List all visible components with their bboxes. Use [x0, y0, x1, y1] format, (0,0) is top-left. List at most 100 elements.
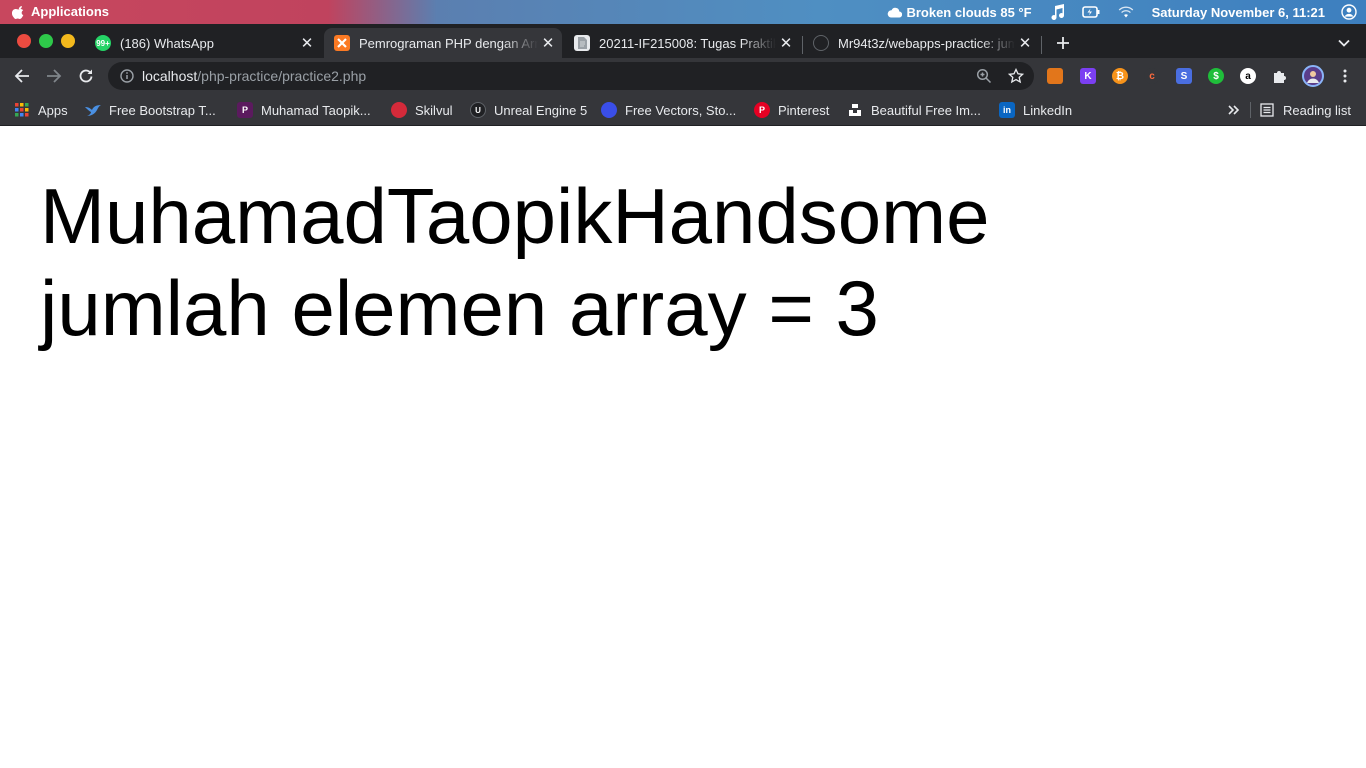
- github-icon: [813, 35, 829, 51]
- bookmark-unreal-engine[interactable]: U Unreal Engine 5: [470, 102, 587, 118]
- more-bookmarks-button[interactable]: [1226, 102, 1242, 118]
- info-icon[interactable]: [120, 69, 134, 83]
- zoom-icon[interactable]: [976, 68, 992, 84]
- wifi-indicator[interactable]: [1118, 6, 1134, 18]
- tab-title: (186) WhatsApp: [120, 35, 214, 51]
- window-close-button[interactable]: [17, 34, 31, 48]
- browser-menu-button[interactable]: [1336, 67, 1354, 85]
- address-bar[interactable]: localhost/php-practice/practice2.php: [108, 62, 1034, 90]
- plus-icon: [1057, 37, 1069, 49]
- output-line-array-count: jumlah elemen array = 3: [40, 264, 879, 352]
- applications-label: Applications: [31, 4, 110, 19]
- window-minimize-button[interactable]: [61, 34, 75, 48]
- whatsapp-icon: 99+: [95, 35, 111, 51]
- page-content: MuhamadTaopikHandsome jumlah elemen arra…: [0, 127, 1366, 768]
- a-extension-icon[interactable]: a: [1240, 68, 1256, 84]
- document-icon: [574, 35, 590, 51]
- tab-whatsapp[interactable]: 99+ (186) WhatsApp ✕: [85, 28, 321, 58]
- tab-search-button[interactable]: [1334, 33, 1354, 53]
- cashback-c-icon[interactable]: c: [1144, 68, 1160, 84]
- forward-button[interactable]: [44, 66, 64, 86]
- s-extension-icon[interactable]: S: [1176, 68, 1192, 84]
- tab-title: Mr94t3z/webapps-practice: jumlah: [838, 35, 1015, 51]
- music-indicator[interactable]: [1050, 4, 1064, 20]
- profile-p-icon: P: [237, 102, 253, 118]
- document-glyph-icon: [578, 37, 587, 49]
- unsplash-icon: [847, 102, 863, 118]
- window-maximize-button[interactable]: [39, 34, 53, 48]
- tab-tugas-praktikum[interactable]: 20211-IF215008: Tugas Praktikum ✕: [564, 28, 800, 58]
- user-menu[interactable]: [1341, 4, 1357, 20]
- tab-separator: [1041, 36, 1042, 54]
- bookmark-label: Free Bootstrap T...: [109, 102, 216, 118]
- new-tab-button[interactable]: [1052, 32, 1074, 54]
- datetime-text: Saturday November 6, 11:21: [1151, 4, 1325, 20]
- kebab-menu-icon: [1343, 69, 1347, 83]
- linkedin-icon: in: [999, 102, 1015, 118]
- freepik-icon: [601, 102, 617, 118]
- bitcoin-icon[interactable]: ₿: [1112, 68, 1128, 84]
- metamask-icon[interactable]: [1047, 68, 1063, 84]
- bookmark-label: Apps: [38, 102, 68, 118]
- close-tab-icon[interactable]: ✕: [776, 34, 796, 52]
- battery-indicator[interactable]: [1081, 6, 1100, 18]
- arrow-right-icon: [47, 69, 62, 83]
- avatar-face-icon: [1307, 71, 1319, 83]
- tab-title: Pemrograman PHP dengan Array: [359, 35, 538, 51]
- bookmark-muhamad-taopik[interactable]: P Muhamad Taopik...: [237, 102, 371, 118]
- skilvul-icon: [391, 102, 407, 118]
- close-tab-icon[interactable]: ✕: [1015, 34, 1035, 52]
- reload-icon: [79, 69, 93, 83]
- xampp-icon: [334, 35, 350, 51]
- bookmark-label: Pinterest: [778, 102, 830, 118]
- xampp-glyph-icon: [337, 38, 347, 48]
- bookmarks-bar: Apps Free Bootstrap T... P Muhamad Taopi…: [0, 94, 1366, 126]
- user-account-icon: [1341, 4, 1357, 20]
- bookmark-star-icon[interactable]: [1008, 68, 1024, 84]
- bookmark-free-vectors[interactable]: Free Vectors, Sto...: [601, 102, 736, 118]
- back-button[interactable]: [12, 66, 32, 86]
- bookmark-pinterest[interactable]: P Pinterest: [754, 102, 829, 118]
- bookmark-label: LinkedIn: [1023, 102, 1073, 118]
- tab-strip: 99+ (186) WhatsApp ✕ Pemrograman PHP den…: [0, 24, 1366, 58]
- bookmark-skilvul[interactable]: Skilvul: [391, 102, 453, 118]
- chevron-down-icon: [1338, 39, 1350, 47]
- bookmark-apps[interactable]: Apps: [14, 102, 68, 118]
- bookmark-label: Muhamad Taopik...: [261, 102, 371, 118]
- reading-list-label: Reading list: [1283, 102, 1351, 118]
- weather-text: Broken clouds 85 °F: [906, 4, 1032, 20]
- reading-list-button[interactable]: Reading list: [1259, 102, 1351, 118]
- wifi-icon: [1118, 6, 1133, 18]
- music-note-icon: [1051, 4, 1064, 20]
- close-tab-icon[interactable]: ✕: [297, 34, 317, 52]
- reload-button[interactable]: [76, 66, 96, 86]
- bookmark-beautiful-free-images[interactable]: Beautiful Free Im...: [847, 102, 981, 118]
- profile-avatar[interactable]: [1302, 65, 1324, 87]
- puzzle-glyph-icon: [1274, 71, 1286, 83]
- applications-menu[interactable]: Applications: [12, 4, 109, 19]
- browser-toolbar: localhost/php-practice/practice2.php K ₿…: [0, 58, 1366, 94]
- arrow-left-icon: [14, 69, 29, 83]
- bookmark-label: Beautiful Free Im...: [871, 102, 981, 118]
- clock[interactable]: Saturday November 6, 11:21: [1152, 5, 1325, 20]
- reading-list-icon: [1259, 102, 1275, 118]
- tab-github-repo[interactable]: Mr94t3z/webapps-practice: jumlah ✕: [803, 28, 1039, 58]
- unreal-icon: U: [470, 102, 486, 118]
- tab-pemrograman-php[interactable]: Pemrograman PHP dengan Array ✕: [324, 28, 562, 58]
- url-host: localhost: [142, 68, 198, 84]
- double-chevron-right-icon: [1228, 105, 1240, 115]
- weather-indicator[interactable]: Broken clouds 85 °F: [887, 4, 1032, 20]
- bookmark-free-bootstrap[interactable]: Free Bootstrap T...: [85, 102, 216, 118]
- battery-charging-icon: [1081, 6, 1100, 18]
- bookmark-linkedin[interactable]: in LinkedIn: [999, 102, 1072, 118]
- tab-title: 20211-IF215008: Tugas Praktikum: [599, 35, 776, 51]
- kapwing-k-icon[interactable]: K: [1080, 68, 1096, 84]
- bookmark-label: Skilvul: [415, 102, 453, 118]
- pinterest-icon: P: [754, 102, 770, 118]
- money-extension-icon[interactable]: $: [1208, 68, 1224, 84]
- puzzle-extensions-icon[interactable]: [1272, 68, 1288, 84]
- bootstrap-bird-icon: [85, 102, 101, 118]
- bookmark-label: Unreal Engine 5: [494, 102, 588, 118]
- close-tab-icon[interactable]: ✕: [538, 34, 558, 52]
- divider: [1250, 102, 1251, 118]
